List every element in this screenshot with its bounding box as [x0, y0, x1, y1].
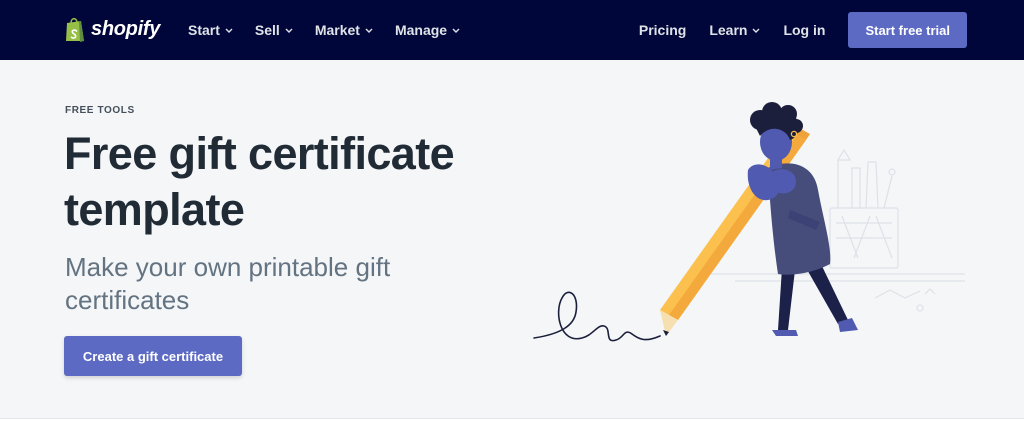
nav-item-manage[interactable]: Manage [395, 22, 460, 38]
logo-text: shopify [91, 17, 161, 40]
start-free-trial-button[interactable]: Start free trial [848, 12, 967, 48]
nav-item-label: Pricing [638, 22, 687, 38]
signature-line-icon [533, 291, 661, 342]
nav-item-label: Learn [709, 22, 748, 38]
chevron-down-icon [452, 28, 460, 33]
page-subtitle: Make your own printable gift certificate… [65, 252, 391, 315]
nav-item-label: Start [188, 22, 220, 38]
nav-item-sell[interactable]: Sell [255, 22, 293, 38]
top-navigation: shopify Start Sell Market Manage Pricing… [0, 0, 1024, 60]
section-divider [0, 418, 1024, 424]
nav-item-market[interactable]: Market [315, 22, 373, 38]
person-with-pencil-illustration [533, 102, 965, 342]
nav-item-start[interactable]: Start [188, 22, 233, 38]
chevron-down-icon [752, 28, 760, 33]
nav-item-login[interactable]: Log in [783, 22, 825, 38]
nav-item-label: Log in [783, 22, 826, 38]
nav-item-pricing[interactable]: Pricing [639, 22, 686, 38]
chevron-down-icon [285, 28, 293, 33]
chevron-down-icon [365, 28, 373, 33]
create-gift-certificate-button[interactable]: Create a gift certificate [64, 336, 242, 376]
page-title: Free gift certificate template [64, 128, 455, 235]
shopify-logo[interactable]: shopify [64, 14, 160, 44]
shopping-bag-icon [66, 17, 84, 42]
nav-item-label: Sell [254, 22, 280, 38]
eyebrow-label: FREE TOOLS [65, 105, 135, 116]
nav-item-learn[interactable]: Learn [709, 22, 760, 38]
nav-item-label: Manage [394, 22, 448, 38]
chevron-down-icon [225, 28, 233, 33]
secondary-menu: Pricing Learn Log in Start free trial [639, 0, 967, 60]
primary-menu: Start Sell Market Manage [188, 0, 460, 60]
hero-section: FREE TOOLS Free gift certificate templat… [0, 60, 1024, 418]
nav-item-label: Market [314, 22, 360, 38]
